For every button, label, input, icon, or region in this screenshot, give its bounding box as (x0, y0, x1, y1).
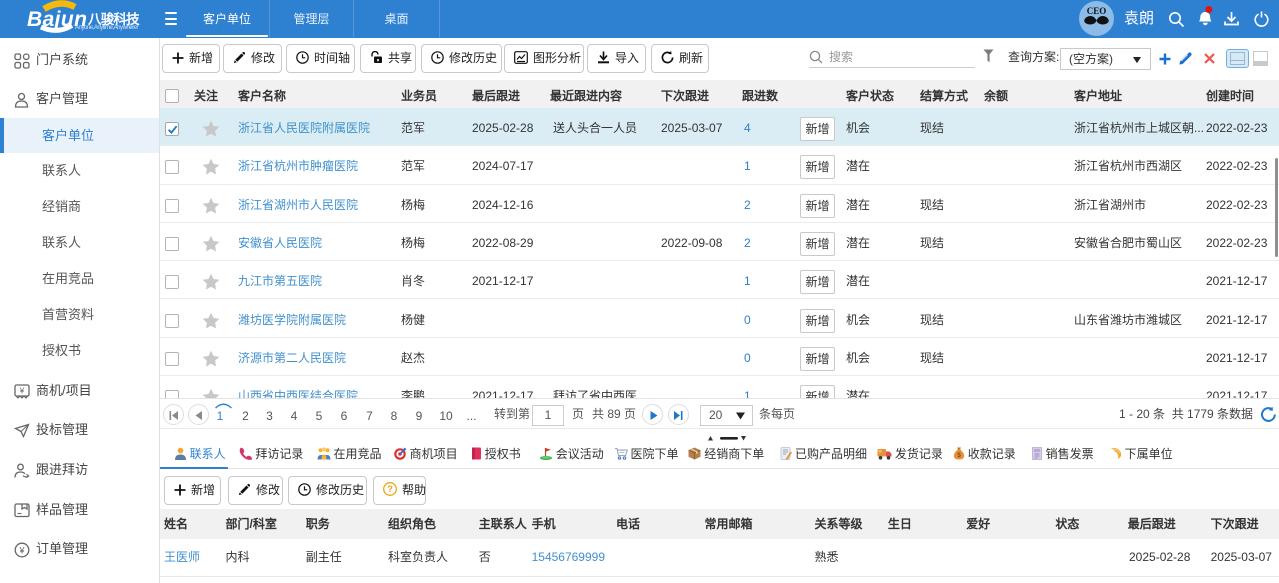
svg-text:$: $ (957, 452, 961, 459)
svg-text:¥: ¥ (19, 386, 25, 396)
svg-text:?: ? (387, 484, 393, 494)
svg-text:¥: ¥ (18, 545, 25, 555)
svg-text:CEO: CEO (1087, 6, 1107, 16)
